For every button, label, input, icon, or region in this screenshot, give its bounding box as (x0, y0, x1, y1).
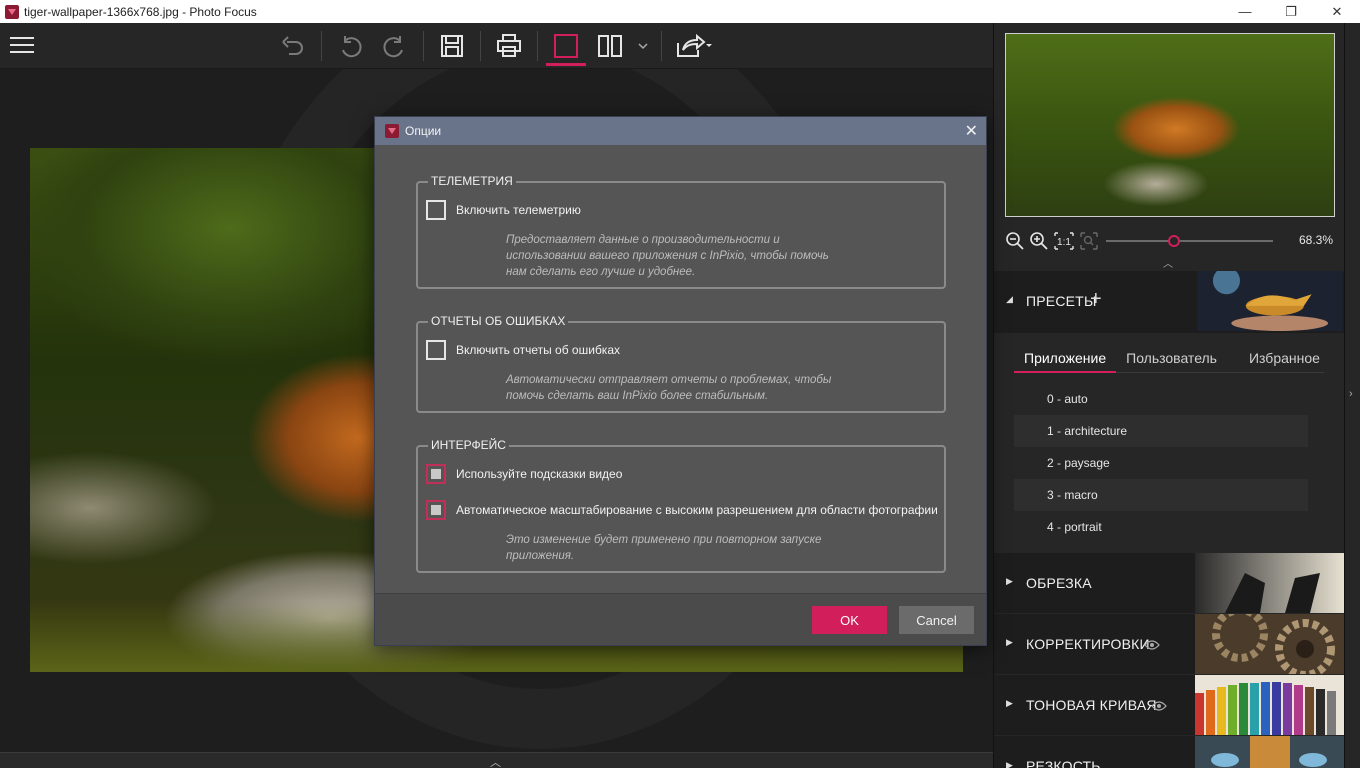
video-hints-checkbox-row[interactable]: Используйте подсказки видео (426, 464, 622, 484)
error-reports-checkbox[interactable] (426, 340, 446, 360)
section-title: КОРРЕКТИРОВКИ (1026, 636, 1150, 652)
chevron-down-icon[interactable] (634, 31, 652, 61)
window-title: tiger-wallpaper-1366x768.jpg - Photo Foc… (24, 4, 257, 19)
list-item[interactable]: 4 - portrait (1014, 511, 1308, 543)
fit-icon[interactable] (1078, 230, 1100, 252)
section-title: РЕЗКОСТЬ (1026, 758, 1101, 768)
error-reports-group: ОТЧЕТЫ ОБ ОШИБКАХ Включить отчеты об оши… (416, 314, 946, 413)
group-title: ТЕЛЕМЕТРИЯ (428, 174, 516, 188)
zoom-slider[interactable] (1106, 235, 1273, 247)
tone-curve-section-image (1195, 675, 1345, 735)
actual-size-icon[interactable]: 1:1 (1053, 230, 1075, 252)
panel-toggle-strip[interactable]: › (1344, 23, 1360, 768)
collapsed-arrow-icon: ▶ (1006, 576, 1013, 586)
zoom-value: 68.3% (1298, 233, 1333, 247)
error-reports-description: Автоматически отправляет отчеты о пробле… (506, 374, 832, 402)
tab-user[interactable]: Пользователь (1116, 349, 1227, 373)
presets-header-image (1197, 271, 1343, 331)
right-panel: 1:1 68.3% ︿ ◢ ПРЕСЕТЫ + Приложение Польз… (993, 23, 1345, 768)
app-logo-icon (5, 4, 19, 19)
cancel-button[interactable]: Cancel (899, 606, 974, 634)
navigator-thumbnail[interactable] (1005, 33, 1335, 217)
maximize-button[interactable]: ❐ (1268, 0, 1314, 23)
add-preset-icon[interactable]: + (1090, 288, 1102, 311)
tab-application[interactable]: Приложение (1014, 349, 1117, 373)
video-hints-checkbox-label: Используйте подсказки видео (456, 467, 623, 481)
compare-view-icon[interactable] (594, 31, 626, 61)
close-window-button[interactable]: ✕ (1314, 0, 1360, 23)
interface-description: Это изменение будет применено при повтор… (506, 534, 822, 562)
save-icon[interactable] (436, 31, 468, 61)
error-reports-checkbox-row[interactable]: Включить отчеты об ошибках (426, 340, 620, 360)
single-view-icon[interactable] (546, 31, 586, 66)
zoom-slider-handle[interactable] (1168, 235, 1181, 247)
eye-icon[interactable] (1144, 638, 1160, 656)
section-sharpness[interactable]: ▶ РЕЗКОСТЬ (994, 736, 1345, 768)
main-toolbar (0, 23, 993, 69)
section-tone-curve[interactable]: ▶ ТОНОВАЯ КРИВАЯ (994, 675, 1345, 735)
presets-tabs: Приложение Пользователь Избранное (1014, 349, 1324, 373)
section-title: ОБРЕЗКА (1026, 575, 1092, 591)
ok-button[interactable]: OK (812, 606, 887, 634)
list-item[interactable]: 3 - macro (1014, 479, 1308, 511)
dialog-close-button[interactable]: ✕ (965, 121, 978, 141)
window-controls: — ❐ ✕ (1222, 0, 1360, 23)
zoom-out-icon[interactable] (1004, 230, 1026, 252)
adjustments-section-image (1195, 614, 1345, 674)
hidpi-checkbox-row[interactable]: Автоматическое масштабирование с высоким… (426, 500, 938, 520)
telemetry-group: ТЕЛЕМЕТРИЯ Включить телеметрию Предостав… (416, 174, 946, 289)
crop-section-image (1195, 553, 1345, 613)
group-title: ОТЧЕТЫ ОБ ОШИБКАХ (428, 314, 569, 328)
expanded-arrow-icon: ◢ (1006, 294, 1013, 304)
collapsed-arrow-icon: ▶ (1006, 760, 1013, 768)
zoom-in-icon[interactable] (1028, 230, 1050, 252)
list-item[interactable]: 1 - architecture (1014, 415, 1308, 447)
chevron-right-icon: › (1349, 388, 1353, 400)
hidpi-checkbox[interactable] (426, 500, 446, 520)
list-item[interactable]: 0 - auto (1014, 383, 1308, 415)
print-icon[interactable] (493, 31, 525, 61)
presets-header[interactable]: ◢ ПРЕСЕТЫ + (994, 271, 1345, 333)
dialog-title: Опции (405, 124, 442, 138)
dialog-footer: OK Cancel (375, 593, 986, 645)
undo-step-icon[interactable] (334, 31, 366, 61)
filmstrip-toggle[interactable]: ︿ (0, 752, 993, 768)
options-dialog: Опции ✕ ТЕЛЕМЕТРИЯ Включить телеметрию П… (374, 116, 987, 646)
svg-text:1:1: 1:1 (1057, 237, 1071, 248)
section-adjustments[interactable]: ▶ КОРРЕКТИРОВКИ (994, 614, 1345, 674)
list-item[interactable]: 2 - paysage (1014, 447, 1308, 479)
window-titlebar: tiger-wallpaper-1366x768.jpg - Photo Foc… (0, 0, 1360, 23)
undo-icon[interactable] (277, 31, 309, 61)
collapsed-arrow-icon: ▶ (1006, 637, 1013, 647)
tab-favorites[interactable]: Избранное (1227, 349, 1330, 373)
group-title: ИНТЕРФЕЙС (428, 438, 509, 452)
app-logo-icon (385, 124, 399, 138)
zoom-controls: 1:1 68.3% (1004, 230, 1339, 254)
telemetry-checkbox[interactable] (426, 200, 446, 220)
telemetry-checkbox-row[interactable]: Включить телеметрию (426, 200, 581, 220)
hidpi-checkbox-label: Автоматическое масштабирование с высоким… (456, 503, 938, 517)
eye-icon[interactable] (1151, 699, 1167, 717)
section-title: ТОНОВАЯ КРИВАЯ (1026, 697, 1157, 713)
collapsed-arrow-icon: ▶ (1006, 698, 1013, 708)
presets-title: ПРЕСЕТЫ (1026, 293, 1097, 309)
minimize-button[interactable]: — (1222, 0, 1268, 23)
video-hints-checkbox[interactable] (426, 464, 446, 484)
telemetry-checkbox-label: Включить телеметрию (456, 203, 581, 217)
collapse-navigator-icon[interactable]: ︿ (1163, 255, 1173, 270)
redo-icon[interactable] (379, 31, 411, 61)
sharpness-section-image (1195, 736, 1345, 768)
menu-icon[interactable] (10, 37, 34, 55)
section-crop[interactable]: ▶ ОБРЕЗКА (994, 553, 1345, 613)
share-icon[interactable] (674, 31, 716, 61)
interface-group: ИНТЕРФЕЙС Используйте подсказки видео Ав… (416, 438, 946, 573)
chevron-up-icon: ︿ (490, 757, 501, 768)
dialog-titlebar: Опции ✕ (375, 117, 986, 145)
presets-list: 0 - auto 1 - architecture 2 - paysage 3 … (1014, 383, 1308, 543)
error-reports-checkbox-label: Включить отчеты об ошибках (456, 343, 620, 357)
telemetry-description: Предоставляет данные о производительност… (506, 234, 829, 278)
